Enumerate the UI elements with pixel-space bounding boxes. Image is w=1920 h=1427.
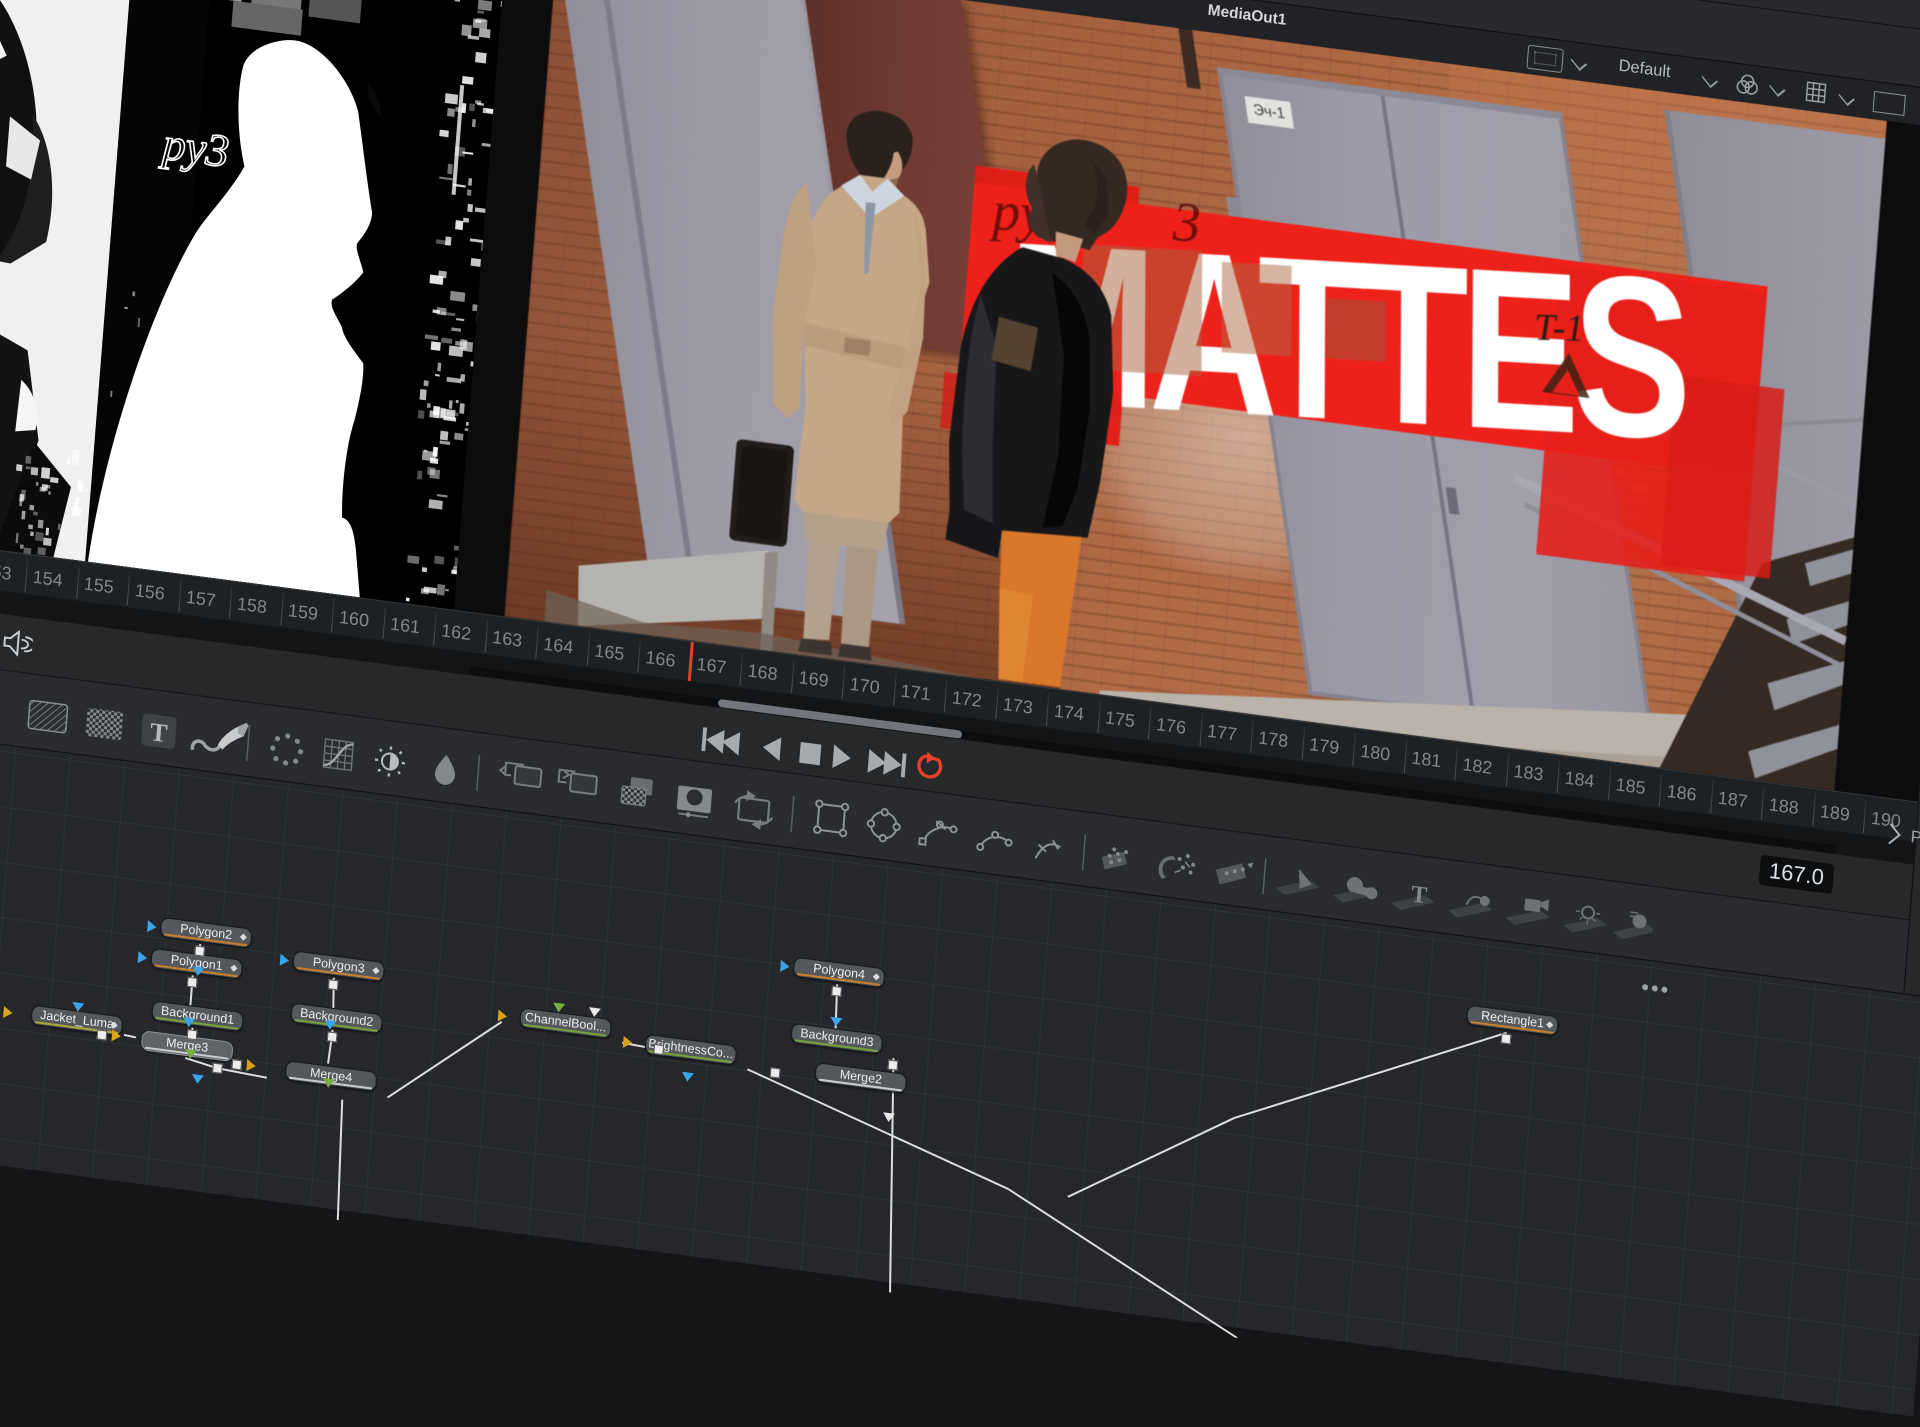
svg-text:T: T <box>1410 881 1428 909</box>
svg-text:T: T <box>149 717 168 748</box>
